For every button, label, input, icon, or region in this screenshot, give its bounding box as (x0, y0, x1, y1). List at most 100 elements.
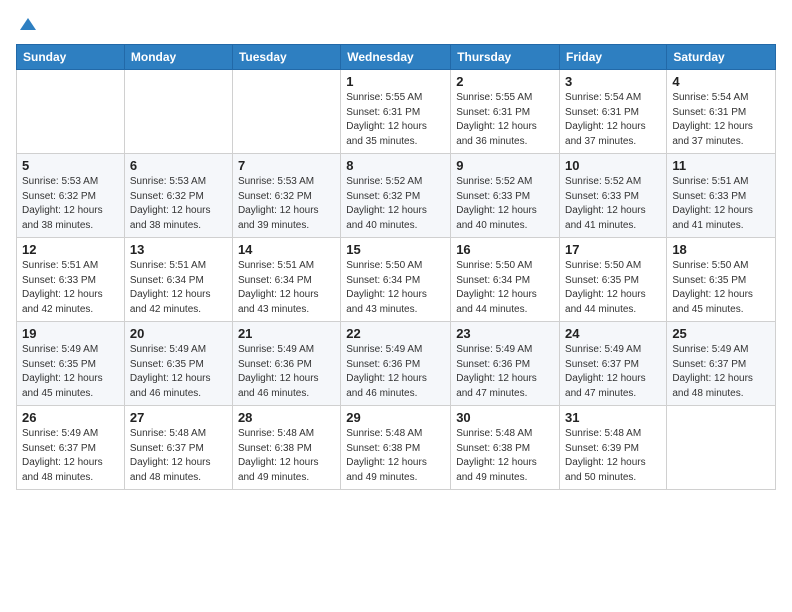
day-info: Sunrise: 5:49 AM Sunset: 6:37 PM Dayligh… (22, 427, 119, 485)
day-info: Sunrise: 5:49 AM Sunset: 6:36 PM Dayligh… (456, 343, 554, 401)
day-info: Sunrise: 5:48 AM Sunset: 6:38 PM Dayligh… (346, 427, 445, 485)
day-info: Sunrise: 5:53 AM Sunset: 6:32 PM Dayligh… (238, 175, 335, 233)
calendar-cell: 8 Sunrise: 5:52 AM Sunset: 6:32 PM Daylig… (341, 154, 451, 238)
day-info: Sunrise: 5:50 AM Sunset: 6:34 PM Dayligh… (346, 259, 445, 317)
calendar-cell: 6 Sunrise: 5:53 AM Sunset: 6:32 PM Daylig… (124, 154, 232, 238)
day-number: 3 (565, 74, 661, 89)
day-number: 30 (456, 410, 554, 425)
day-info: Sunrise: 5:49 AM Sunset: 6:35 PM Dayligh… (130, 343, 227, 401)
calendar-cell (667, 406, 776, 490)
day-number: 5 (22, 158, 119, 173)
column-header-friday: Friday (560, 45, 667, 70)
calendar-cell: 31 Sunrise: 5:48 AM Sunset: 6:39 PM Dayli… (560, 406, 667, 490)
day-info: Sunrise: 5:49 AM Sunset: 6:36 PM Dayligh… (238, 343, 335, 401)
day-number: 11 (672, 158, 770, 173)
day-number: 22 (346, 326, 445, 341)
column-header-tuesday: Tuesday (232, 45, 340, 70)
calendar-week-row: 5 Sunrise: 5:53 AM Sunset: 6:32 PM Daylig… (17, 154, 776, 238)
logo-icon (18, 16, 38, 36)
day-info: Sunrise: 5:52 AM Sunset: 6:32 PM Dayligh… (346, 175, 445, 233)
calendar-week-row: 19 Sunrise: 5:49 AM Sunset: 6:35 PM Dayli… (17, 322, 776, 406)
column-header-saturday: Saturday (667, 45, 776, 70)
day-number: 8 (346, 158, 445, 173)
calendar-cell: 7 Sunrise: 5:53 AM Sunset: 6:32 PM Daylig… (232, 154, 340, 238)
calendar-cell: 3 Sunrise: 5:54 AM Sunset: 6:31 PM Daylig… (560, 70, 667, 154)
day-number: 23 (456, 326, 554, 341)
day-info: Sunrise: 5:50 AM Sunset: 6:34 PM Dayligh… (456, 259, 554, 317)
day-info: Sunrise: 5:55 AM Sunset: 6:31 PM Dayligh… (346, 91, 445, 149)
day-number: 14 (238, 242, 335, 257)
day-number: 15 (346, 242, 445, 257)
calendar-cell: 14 Sunrise: 5:51 AM Sunset: 6:34 PM Dayli… (232, 238, 340, 322)
day-number: 19 (22, 326, 119, 341)
calendar-cell: 12 Sunrise: 5:51 AM Sunset: 6:33 PM Dayli… (17, 238, 125, 322)
day-number: 17 (565, 242, 661, 257)
calendar-cell (232, 70, 340, 154)
day-info: Sunrise: 5:53 AM Sunset: 6:32 PM Dayligh… (130, 175, 227, 233)
column-header-wednesday: Wednesday (341, 45, 451, 70)
day-info: Sunrise: 5:50 AM Sunset: 6:35 PM Dayligh… (672, 259, 770, 317)
calendar-cell: 22 Sunrise: 5:49 AM Sunset: 6:36 PM Dayli… (341, 322, 451, 406)
column-header-sunday: Sunday (17, 45, 125, 70)
calendar-cell: 19 Sunrise: 5:49 AM Sunset: 6:35 PM Dayli… (17, 322, 125, 406)
calendar-cell: 30 Sunrise: 5:48 AM Sunset: 6:38 PM Dayli… (451, 406, 560, 490)
day-number: 20 (130, 326, 227, 341)
day-number: 25 (672, 326, 770, 341)
day-number: 28 (238, 410, 335, 425)
day-info: Sunrise: 5:49 AM Sunset: 6:35 PM Dayligh… (22, 343, 119, 401)
day-info: Sunrise: 5:55 AM Sunset: 6:31 PM Dayligh… (456, 91, 554, 149)
day-number: 18 (672, 242, 770, 257)
calendar-cell (124, 70, 232, 154)
day-info: Sunrise: 5:51 AM Sunset: 6:33 PM Dayligh… (22, 259, 119, 317)
logo (16, 16, 38, 36)
calendar-cell: 13 Sunrise: 5:51 AM Sunset: 6:34 PM Dayli… (124, 238, 232, 322)
day-info: Sunrise: 5:48 AM Sunset: 6:38 PM Dayligh… (238, 427, 335, 485)
calendar-cell: 9Sunrise: 5:52 AM Sunset: 6:33 PM Daylig… (451, 154, 560, 238)
day-info: Sunrise: 5:54 AM Sunset: 6:31 PM Dayligh… (672, 91, 770, 149)
day-number: 27 (130, 410, 227, 425)
calendar-cell: 5 Sunrise: 5:53 AM Sunset: 6:32 PM Daylig… (17, 154, 125, 238)
calendar-cell: 15 Sunrise: 5:50 AM Sunset: 6:34 PM Dayli… (341, 238, 451, 322)
calendar-cell: 26 Sunrise: 5:49 AM Sunset: 6:37 PM Dayli… (17, 406, 125, 490)
day-number: 29 (346, 410, 445, 425)
day-info: Sunrise: 5:51 AM Sunset: 6:34 PM Dayligh… (238, 259, 335, 317)
calendar-cell: 27 Sunrise: 5:48 AM Sunset: 6:37 PM Dayli… (124, 406, 232, 490)
calendar-week-row: 12 Sunrise: 5:51 AM Sunset: 6:33 PM Dayli… (17, 238, 776, 322)
page-header (16, 16, 776, 36)
calendar-cell: 17 Sunrise: 5:50 AM Sunset: 6:35 PM Dayli… (560, 238, 667, 322)
calendar-cell: 10 Sunrise: 5:52 AM Sunset: 6:33 PM Dayli… (560, 154, 667, 238)
day-info: Sunrise: 5:51 AM Sunset: 6:33 PM Dayligh… (672, 175, 770, 233)
day-info: Sunrise: 5:53 AM Sunset: 6:32 PM Dayligh… (22, 175, 119, 233)
day-number: 9 (456, 158, 554, 173)
day-info: Sunrise: 5:51 AM Sunset: 6:34 PM Dayligh… (130, 259, 227, 317)
day-info: Sunrise: 5:50 AM Sunset: 6:35 PM Dayligh… (565, 259, 661, 317)
calendar-table: SundayMondayTuesdayWednesdayThursdayFrid… (16, 44, 776, 490)
day-info: Sunrise: 5:54 AM Sunset: 6:31 PM Dayligh… (565, 91, 661, 149)
calendar-week-row: 26 Sunrise: 5:49 AM Sunset: 6:37 PM Dayli… (17, 406, 776, 490)
day-number: 6 (130, 158, 227, 173)
day-info: Sunrise: 5:52 AM Sunset: 6:33 PM Dayligh… (565, 175, 661, 233)
day-number: 10 (565, 158, 661, 173)
day-number: 7 (238, 158, 335, 173)
calendar-cell: 18 Sunrise: 5:50 AM Sunset: 6:35 PM Dayli… (667, 238, 776, 322)
column-header-monday: Monday (124, 45, 232, 70)
calendar-cell: 21Sunrise: 5:49 AM Sunset: 6:36 PM Dayli… (232, 322, 340, 406)
day-info: Sunrise: 5:48 AM Sunset: 6:39 PM Dayligh… (565, 427, 661, 485)
calendar-cell: 23 Sunrise: 5:49 AM Sunset: 6:36 PM Dayli… (451, 322, 560, 406)
day-info: Sunrise: 5:48 AM Sunset: 6:38 PM Dayligh… (456, 427, 554, 485)
calendar-cell (17, 70, 125, 154)
calendar-cell: 11 Sunrise: 5:51 AM Sunset: 6:33 PM Dayli… (667, 154, 776, 238)
day-number: 13 (130, 242, 227, 257)
day-number: 26 (22, 410, 119, 425)
day-number: 12 (22, 242, 119, 257)
day-info: Sunrise: 5:49 AM Sunset: 6:37 PM Dayligh… (565, 343, 661, 401)
day-number: 1 (346, 74, 445, 89)
calendar-cell: 2Sunrise: 5:55 AM Sunset: 6:31 PM Daylig… (451, 70, 560, 154)
day-number: 31 (565, 410, 661, 425)
calendar-cell: 4Sunrise: 5:54 AM Sunset: 6:31 PM Daylig… (667, 70, 776, 154)
day-info: Sunrise: 5:48 AM Sunset: 6:37 PM Dayligh… (130, 427, 227, 485)
day-number: 16 (456, 242, 554, 257)
day-number: 24 (565, 326, 661, 341)
calendar-cell: 29 Sunrise: 5:48 AM Sunset: 6:38 PM Dayli… (341, 406, 451, 490)
day-info: Sunrise: 5:49 AM Sunset: 6:36 PM Dayligh… (346, 343, 445, 401)
